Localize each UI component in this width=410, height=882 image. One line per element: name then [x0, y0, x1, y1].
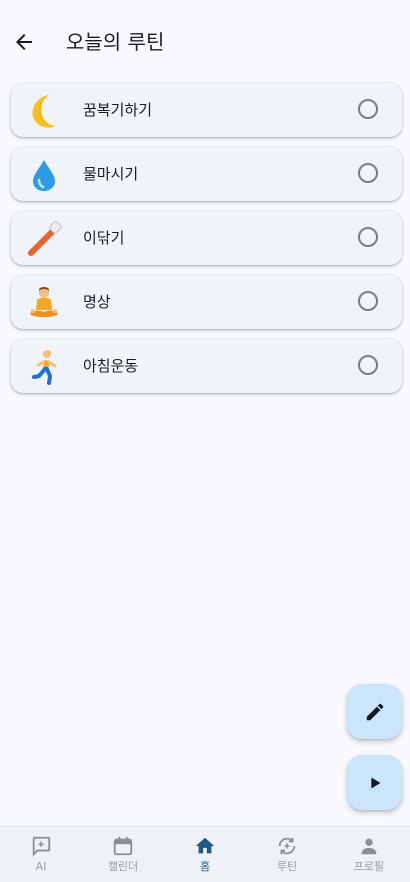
routine-checkbox[interactable]: [358, 99, 378, 119]
routine-list: 꿈복기하기 물마시기 이닦기 명상 아침운동: [11, 83, 402, 403]
routine-label: 꿈복기하기: [83, 101, 153, 119]
nav-item-ai[interactable]: AI: [0, 827, 82, 882]
play-icon: [370, 777, 380, 788]
nav-label: AI: [35, 860, 47, 873]
routine-label: 아침운동: [83, 357, 139, 375]
droplet-icon: [25, 156, 63, 194]
runner-icon: [25, 348, 63, 386]
routine-checkbox[interactable]: [358, 227, 378, 247]
nav-label: 루틴: [276, 860, 298, 873]
nav-label: 홈: [199, 860, 211, 873]
person-icon: [358, 835, 380, 857]
routine-checkbox[interactable]: [358, 291, 378, 311]
routine-label: 물마시기: [83, 165, 139, 183]
nav-item-calendar[interactable]: 캘린더: [82, 827, 164, 882]
page-title: 오늘의 루틴: [66, 30, 165, 54]
toothbrush-icon: [25, 220, 63, 258]
routine-label: 이닦기: [83, 229, 125, 247]
meditation-icon: [25, 284, 63, 322]
routine-item-brush-teeth[interactable]: 이닦기: [11, 211, 402, 265]
back-button[interactable]: [8, 26, 40, 58]
arrow-back-icon: [16, 34, 32, 50]
calendar-icon: [112, 835, 134, 857]
routine-item-meditation[interactable]: 명상: [11, 275, 402, 329]
routine-checkbox[interactable]: [358, 163, 378, 183]
nav-item-profile[interactable]: 프로필: [328, 827, 410, 882]
nav-label: 캘린더: [107, 860, 139, 873]
bottom-navigation: AI 캘린더 홈 루틴 프로필: [0, 826, 410, 882]
nav-label: 프로필: [353, 860, 385, 873]
ai-chat-icon: [30, 835, 52, 857]
routine-icon: [276, 835, 298, 857]
routine-item-drink-water[interactable]: 물마시기: [11, 147, 402, 201]
routine-item-morning-exercise[interactable]: 아침운동: [11, 339, 402, 393]
nav-item-routine[interactable]: 루틴: [246, 827, 328, 882]
home-icon: [194, 835, 216, 857]
edit-routine-button[interactable]: [347, 684, 402, 739]
nav-item-home[interactable]: 홈: [164, 827, 246, 882]
moon-icon: [25, 92, 63, 130]
routine-item-dream-review[interactable]: 꿈복기하기: [11, 83, 402, 137]
app-bar: 오늘의 루틴: [0, 0, 410, 86]
start-routine-button[interactable]: [347, 755, 402, 810]
routine-label: 명상: [83, 293, 111, 311]
routine-checkbox[interactable]: [358, 355, 378, 375]
pencil-icon: [366, 703, 383, 720]
